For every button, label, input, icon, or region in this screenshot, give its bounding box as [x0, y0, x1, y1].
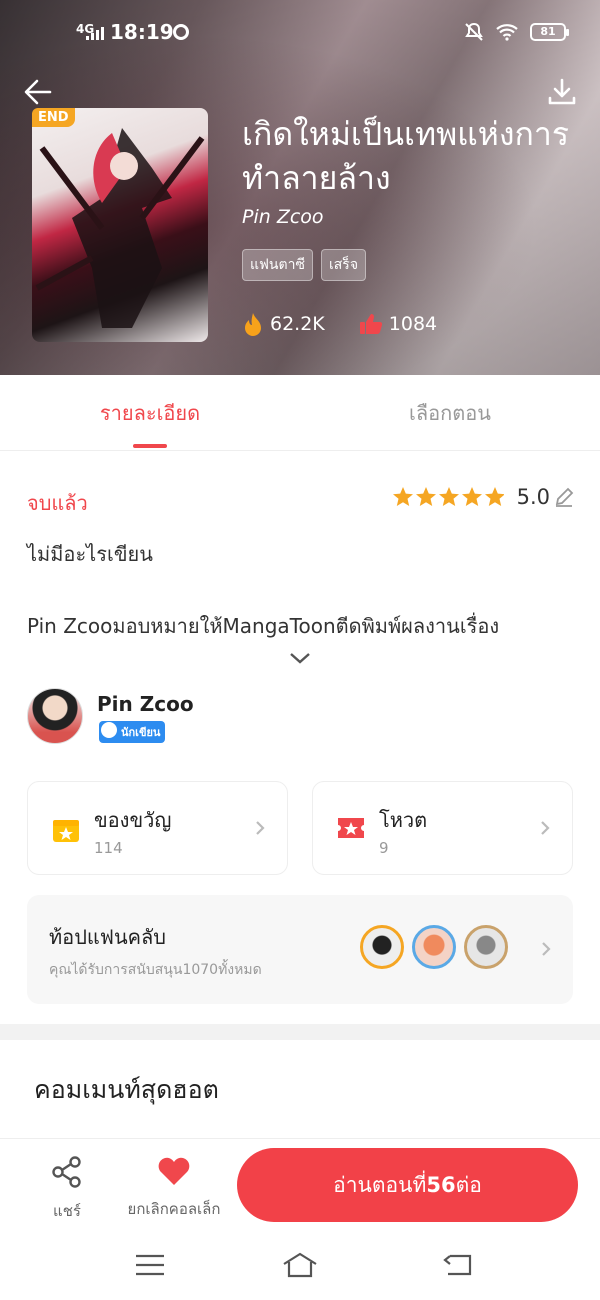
fan-avatar[interactable]: [464, 925, 508, 969]
back-arrow-icon[interactable]: [22, 76, 54, 108]
share-button[interactable]: แชร์: [45, 1155, 89, 1223]
read-prefix: อ่านตอนที่: [333, 1173, 427, 1197]
battery-indicator: 81: [530, 23, 569, 41]
fan-avatar[interactable]: [412, 925, 456, 969]
vote-count: 9: [379, 839, 389, 857]
book-author[interactable]: Pin Zcoo: [242, 206, 324, 228]
chevron-right-icon: [541, 821, 550, 835]
thumbs-up-icon: [359, 314, 382, 334]
gift-icon: [53, 820, 79, 842]
tag-genre[interactable]: แฟนตาซี: [242, 249, 313, 281]
author-avatar[interactable]: [27, 688, 83, 744]
gift-card[interactable]: ของขวัญ 114: [27, 781, 288, 875]
signal-icon: [86, 27, 104, 40]
writer-badge: นักเขียน: [99, 721, 166, 743]
chevron-right-icon: [256, 821, 265, 835]
home-icon[interactable]: [282, 1250, 318, 1280]
author-profile[interactable]: Pin Zcoo นักเขียน: [27, 688, 575, 748]
fanclub-subtext: คุณได้รับการสนับสนุน1070ทั้งหมด: [49, 962, 262, 978]
gift-label: ของขวัญ: [94, 808, 172, 832]
unfavorite-button[interactable]: ยกเลิกคอลเล็ก: [120, 1155, 228, 1221]
continue-reading-button[interactable]: อ่านตอนที่56ต่อ: [237, 1148, 578, 1222]
top-fanclub[interactable]: ท้อปแฟนคลับ คุณได้รับการสนับสนุน1070ทั้ง…: [27, 895, 573, 1004]
likes-count: 1084: [388, 313, 438, 335]
tag-status[interactable]: เสร็จ: [320, 249, 367, 281]
read-suffix: ต่อ: [455, 1173, 482, 1197]
download-icon[interactable]: [546, 76, 578, 108]
mute-bell-icon: [465, 22, 483, 41]
book-cover-image: [32, 108, 208, 342]
clock: 18:19: [110, 20, 174, 44]
fire-icon: [245, 313, 261, 336]
heart-icon: [158, 1157, 190, 1185]
unfavorite-label: ยกเลิกคอลเล็ก: [127, 1200, 221, 1218]
rating: 5.0: [392, 485, 575, 509]
fanclub-label: ท้อปแฟนคลับ: [49, 925, 166, 949]
vote-ticket-icon: [338, 818, 364, 838]
share-label: แชร์: [53, 1202, 81, 1220]
vote-label: โหวต: [379, 808, 428, 832]
hot-comments-title: คอมเมนท์สุดฮอต: [34, 1075, 219, 1104]
vote-card[interactable]: โหวต 9: [312, 781, 573, 875]
star-rating-icon: [392, 487, 504, 506]
gift-count: 114: [94, 839, 123, 857]
author-name[interactable]: Pin Zcoo: [97, 692, 194, 716]
views-count: 62.2K: [270, 313, 325, 335]
status-rating-row: จบแล้ว 5.0: [27, 485, 575, 519]
edit-pencil-icon[interactable]: [553, 486, 575, 508]
tab-bar: รายละเอียด เลือกตอน: [0, 375, 600, 451]
book-title: เกิดใหม่เป็นเทพแห่งการทำลายล้าง: [242, 115, 570, 197]
tab-episodes[interactable]: เลือกตอน: [300, 375, 600, 450]
read-episode-number: 56: [426, 1173, 456, 1197]
chevron-right-icon: [542, 942, 551, 956]
section-divider: [0, 1024, 600, 1040]
status-bar: 4G 18:19 81: [0, 0, 600, 66]
back-nav-icon[interactable]: [440, 1250, 476, 1280]
wifi-icon: [496, 24, 518, 41]
fan-avatar[interactable]: [360, 925, 404, 969]
license-text: Pin Zcooมอบหมายให้MangaToonตีดพิมพ์ผลงาน…: [27, 614, 500, 638]
menu-icon[interactable]: [132, 1250, 168, 1280]
chrome-icon: [173, 24, 189, 40]
rating-score: 5.0: [516, 485, 550, 509]
chevron-down-icon[interactable]: [288, 650, 312, 666]
share-icon: [52, 1156, 81, 1188]
description: ไม่มีอะไรเขียน: [27, 542, 153, 566]
end-badge: END: [32, 108, 75, 127]
tag-list: แฟนตาซี เสร็จ: [242, 249, 367, 281]
stats-row: 62.2K 1084: [242, 312, 437, 336]
completion-status: จบแล้ว: [27, 491, 88, 515]
tab-details[interactable]: รายละเอียด: [0, 375, 300, 450]
system-nav-bar: [0, 1230, 600, 1300]
